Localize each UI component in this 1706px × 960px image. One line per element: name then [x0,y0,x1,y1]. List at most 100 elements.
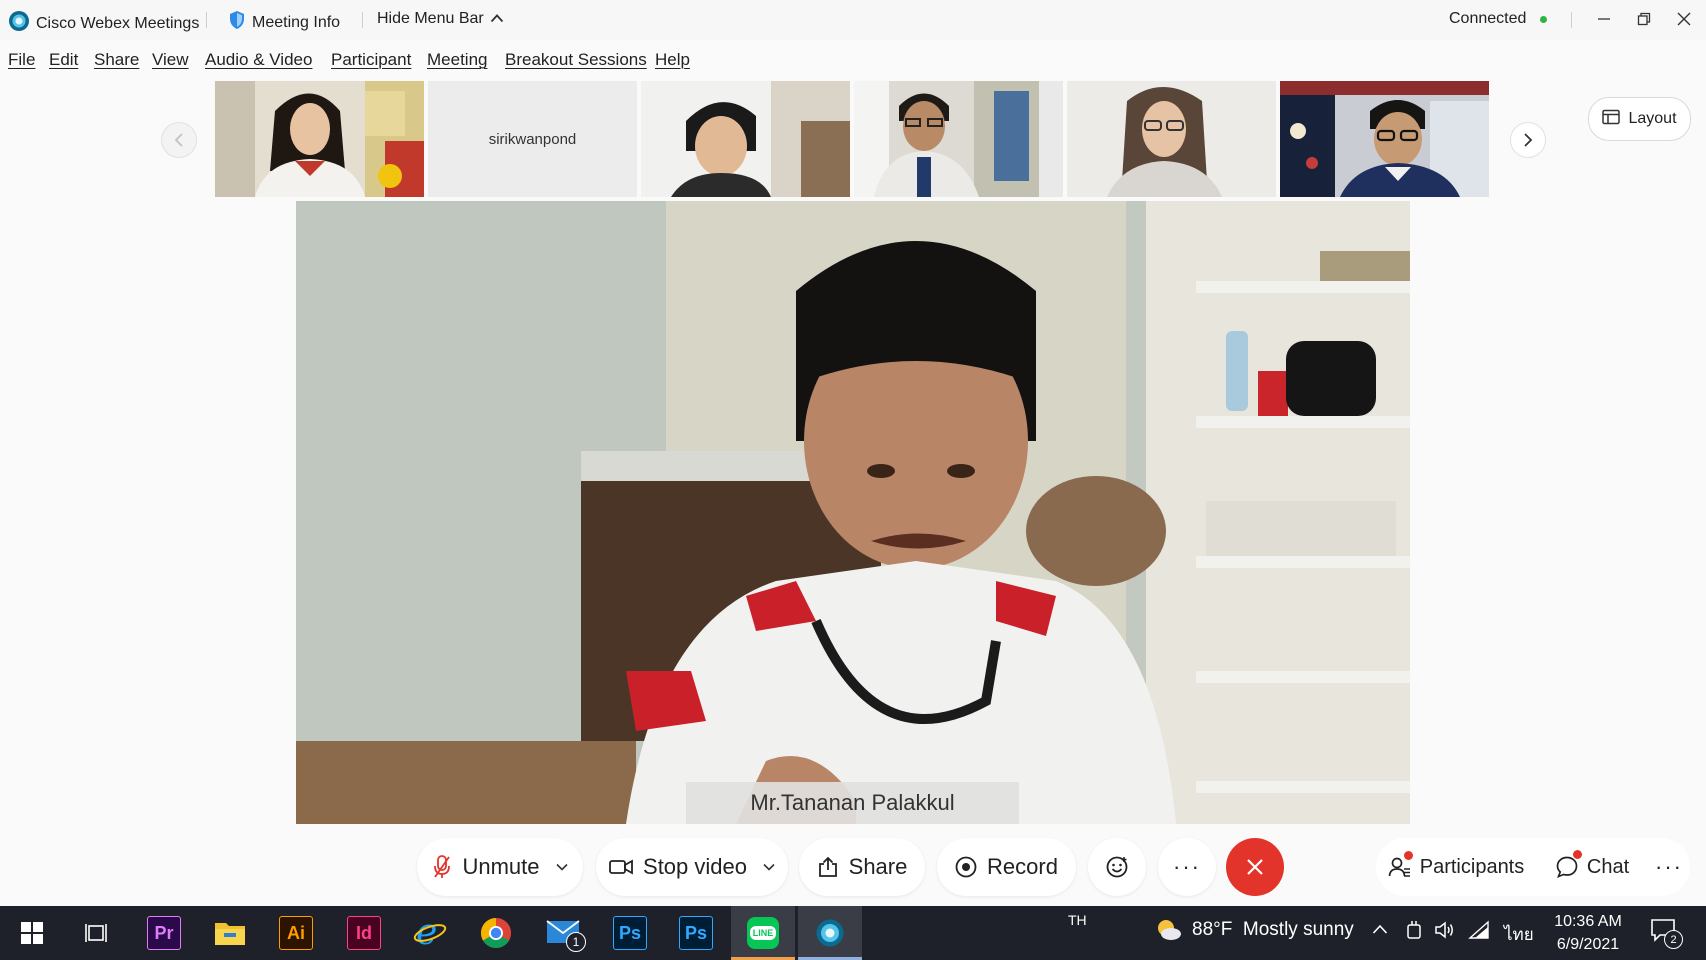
notifications-count: 2 [1664,930,1683,949]
action-center-button[interactable]: 2 [1650,918,1683,949]
hide-menu-bar-label: Hide Menu Bar [377,10,484,27]
menu-file[interactable]: File [8,50,35,70]
title-bar: Cisco Webex Meetings Meeting Info Hide M… [0,0,1706,40]
ellipsis-icon: ··· [1173,854,1201,879]
restore-button[interactable] [1624,6,1664,32]
active-speaker-video: Mr.Tananan Palakkul [296,201,1410,824]
task-view-button[interactable] [64,906,128,960]
unmute-label: Unmute [462,854,540,879]
menu-participant[interactable]: Participant [331,50,411,70]
notifications-icon: 2 [1650,918,1683,949]
taskbar-app-premiere[interactable]: Pr [132,906,196,960]
participant-thumbnail[interactable] [854,81,1063,197]
chat-button[interactable]: Chat [1536,838,1648,896]
thumbnails-next-button[interactable] [1510,122,1546,158]
menu-breakout-sessions[interactable]: Breakout Sessions [505,50,647,70]
menu-share[interactable]: Share [94,50,139,70]
share-icon [817,856,839,878]
reactions-button[interactable] [1088,838,1146,896]
clock-time: 10:36 AM [1554,913,1622,930]
taskbar-app-webex[interactable] [798,906,862,960]
participant-name: sirikwanpond [488,130,577,148]
minimize-icon [1598,18,1610,20]
chat-bubble-icon [1555,850,1582,879]
windows-logo-icon [21,922,43,944]
participants-icon [1388,851,1413,879]
language-indicator[interactable]: TH [1068,912,1087,928]
share-button[interactable]: Share [799,838,925,896]
taskbar-app-file-explorer[interactable] [198,906,262,960]
webex-logo-icon [816,919,844,947]
participant-thumbnail[interactable] [1067,81,1276,197]
wifi-icon[interactable] [1468,920,1490,945]
hide-menu-bar-button[interactable]: Hide Menu Bar [377,10,504,28]
weather-widget[interactable]: 88°F Mostly sunny [1154,918,1354,942]
chevron-up-icon [1372,924,1388,934]
participant-thumbnail[interactable] [641,81,850,197]
menu-help[interactable]: Help [655,50,690,70]
taskbar-app-photoshop-2[interactable]: Ps [664,906,728,960]
chat-label: Chat [1586,855,1630,878]
menu-view[interactable]: View [152,50,189,70]
menu-meeting[interactable]: Meeting [427,50,487,70]
power-battery-icon[interactable] [1405,920,1423,945]
share-label: Share [848,854,908,879]
taskbar-app-indesign[interactable]: Id [332,906,396,960]
chevron-left-icon [174,133,183,147]
meeting-info-button[interactable]: Meeting Info [228,10,340,35]
panels-more-button[interactable]: ··· [1648,838,1690,896]
stop-video-button[interactable]: Stop video [596,838,788,896]
layout-button[interactable]: Layout [1588,97,1691,141]
app-title: Cisco Webex Meetings [8,10,199,37]
participant-thumbnail[interactable]: sirikwanpond [428,81,637,197]
participant-thumbnail[interactable] [1280,81,1489,197]
participant-video [1280,81,1489,197]
emoji-icon [1105,855,1129,879]
indesign-icon: Id [347,916,381,950]
clock[interactable]: 10:36 AM 6/9/2021 [1548,910,1628,956]
chevron-down-icon[interactable] [763,863,775,871]
input-language[interactable]: ไทย [1504,921,1534,948]
taskbar-app-chrome[interactable] [464,906,528,960]
layout-icon [1602,109,1621,130]
show-hidden-icons-button[interactable] [1372,922,1388,940]
leave-meeting-button[interactable] [1226,838,1284,896]
speaker-name-label: Mr.Tananan Palakkul [686,782,1019,824]
meeting-info-label: Meeting Info [252,13,341,31]
taskbar-app-internet-explorer[interactable]: e [398,906,462,960]
connected-dot-icon [1540,15,1548,23]
participants-button[interactable]: Participants [1376,838,1536,896]
connection-status-text: Connected [1449,10,1527,27]
close-button[interactable] [1664,6,1704,32]
taskbar-app-illustrator[interactable]: Ai [264,906,328,960]
layout-label: Layout [1628,110,1677,127]
participant-video [854,81,1063,197]
notification-dot [1403,851,1413,860]
taskbar-app-line[interactable]: LINE [731,906,795,960]
minimize-button[interactable] [1584,6,1624,32]
divider [1571,12,1572,28]
participant-video [215,81,424,197]
start-button[interactable] [0,906,64,960]
premiere-icon: Pr [147,916,181,950]
taskbar-app-mail[interactable]: 1 [532,906,596,960]
divider [362,12,363,28]
shield-icon [228,10,246,35]
participant-thumbnail[interactable] [215,81,424,197]
menu-edit[interactable]: Edit [49,50,78,70]
unmute-button[interactable]: Unmute [417,838,583,896]
record-label: Record [987,854,1058,879]
line-icon: LINE [747,917,779,949]
webex-logo-icon [8,10,30,37]
video-camera-icon [609,858,633,876]
thumbnails-prev-button[interactable] [161,122,197,158]
chevron-right-icon [1524,133,1533,147]
taskbar-app-photoshop-1[interactable]: Ps [598,906,662,960]
more-options-button[interactable]: ··· [1158,838,1216,896]
chevron-down-icon[interactable] [555,863,568,871]
volume-icon[interactable] [1434,920,1456,945]
menu-audio-video[interactable]: Audio & Video [205,50,312,70]
photoshop-icon: Ps [679,916,713,950]
partly-sunny-icon [1158,920,1181,940]
record-button[interactable]: Record [937,838,1076,896]
